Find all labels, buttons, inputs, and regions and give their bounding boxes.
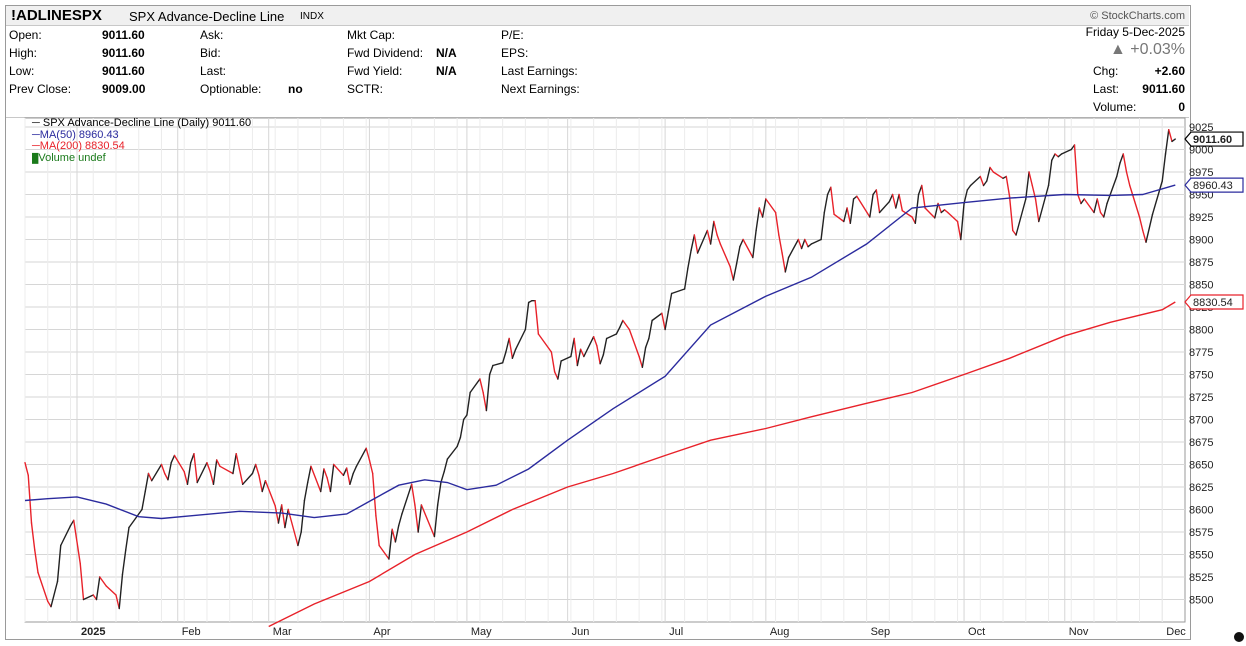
plot-area xyxy=(24,117,1186,623)
y-tick-label: 8975 xyxy=(1189,167,1213,179)
ma200-value-tag-text: 8830.54 xyxy=(1193,297,1233,309)
x-tick-label: Jun xyxy=(572,626,590,638)
chart-legend: ─ SPX Advance-Decline Line (Daily) 9011.… xyxy=(32,117,252,165)
x-tick-label: Aug xyxy=(770,626,790,638)
y-tick-label: 8875 xyxy=(1189,257,1213,269)
x-tick-label: Nov xyxy=(1069,626,1089,638)
y-tick-label: 8925 xyxy=(1189,212,1213,224)
x-tick-label: Oct xyxy=(968,626,985,638)
y-tick-label: 8675 xyxy=(1189,437,1213,449)
x-tick-label: Dec xyxy=(1166,626,1186,638)
legend-main-text: SPX Advance-Decline Line (Daily) 9011.60 xyxy=(42,117,252,129)
legend-volume-text: Volume undef xyxy=(38,151,106,164)
y-tick-label: 8625 xyxy=(1189,482,1213,494)
y-tick-label: 8575 xyxy=(1189,527,1213,539)
y-tick-label: 8750 xyxy=(1189,370,1213,382)
y-tick-label: 8700 xyxy=(1189,415,1213,427)
legend-volume: █Volume undef xyxy=(32,151,251,165)
x-tick-label: Feb xyxy=(182,626,201,638)
x-tick-label: May xyxy=(471,626,492,638)
x-tick-label: Jul xyxy=(669,626,683,638)
y-tick-label: 8850 xyxy=(1189,280,1213,292)
y-tick-label: 8650 xyxy=(1189,460,1213,472)
chart-plot: 8500 8525 8550 8575 8600 8625 8650 8675 8700 8725… xyxy=(24,117,1244,638)
y-tick-label: 8525 xyxy=(1189,572,1213,584)
price-value-tag-text: 9011.60 xyxy=(1193,134,1232,146)
y-tick-label: 8600 xyxy=(1189,505,1213,517)
y-tick-label: 8775 xyxy=(1189,347,1213,359)
resize-handle[interactable] xyxy=(1234,632,1244,642)
x-tick-label: Apr xyxy=(373,626,390,638)
legend-ma50-text: MA(50) 8960.43 xyxy=(39,128,119,141)
y-tick-label: 8800 xyxy=(1189,325,1213,337)
x-tick-label: 2025 xyxy=(81,626,105,638)
y-tick-label: 8900 xyxy=(1189,235,1213,247)
x-tick-label: Mar xyxy=(273,626,292,638)
legend-ma200-text: MA(200) 8830.54 xyxy=(39,140,125,152)
ma50-value-tag-text: 8960.43 xyxy=(1193,180,1233,192)
y-tick-label: 8725 xyxy=(1189,392,1213,404)
y-tick-label: 8550 xyxy=(1189,550,1213,562)
x-tick-label: Sep xyxy=(871,626,891,638)
y-tick-label: 8500 xyxy=(1189,595,1213,607)
